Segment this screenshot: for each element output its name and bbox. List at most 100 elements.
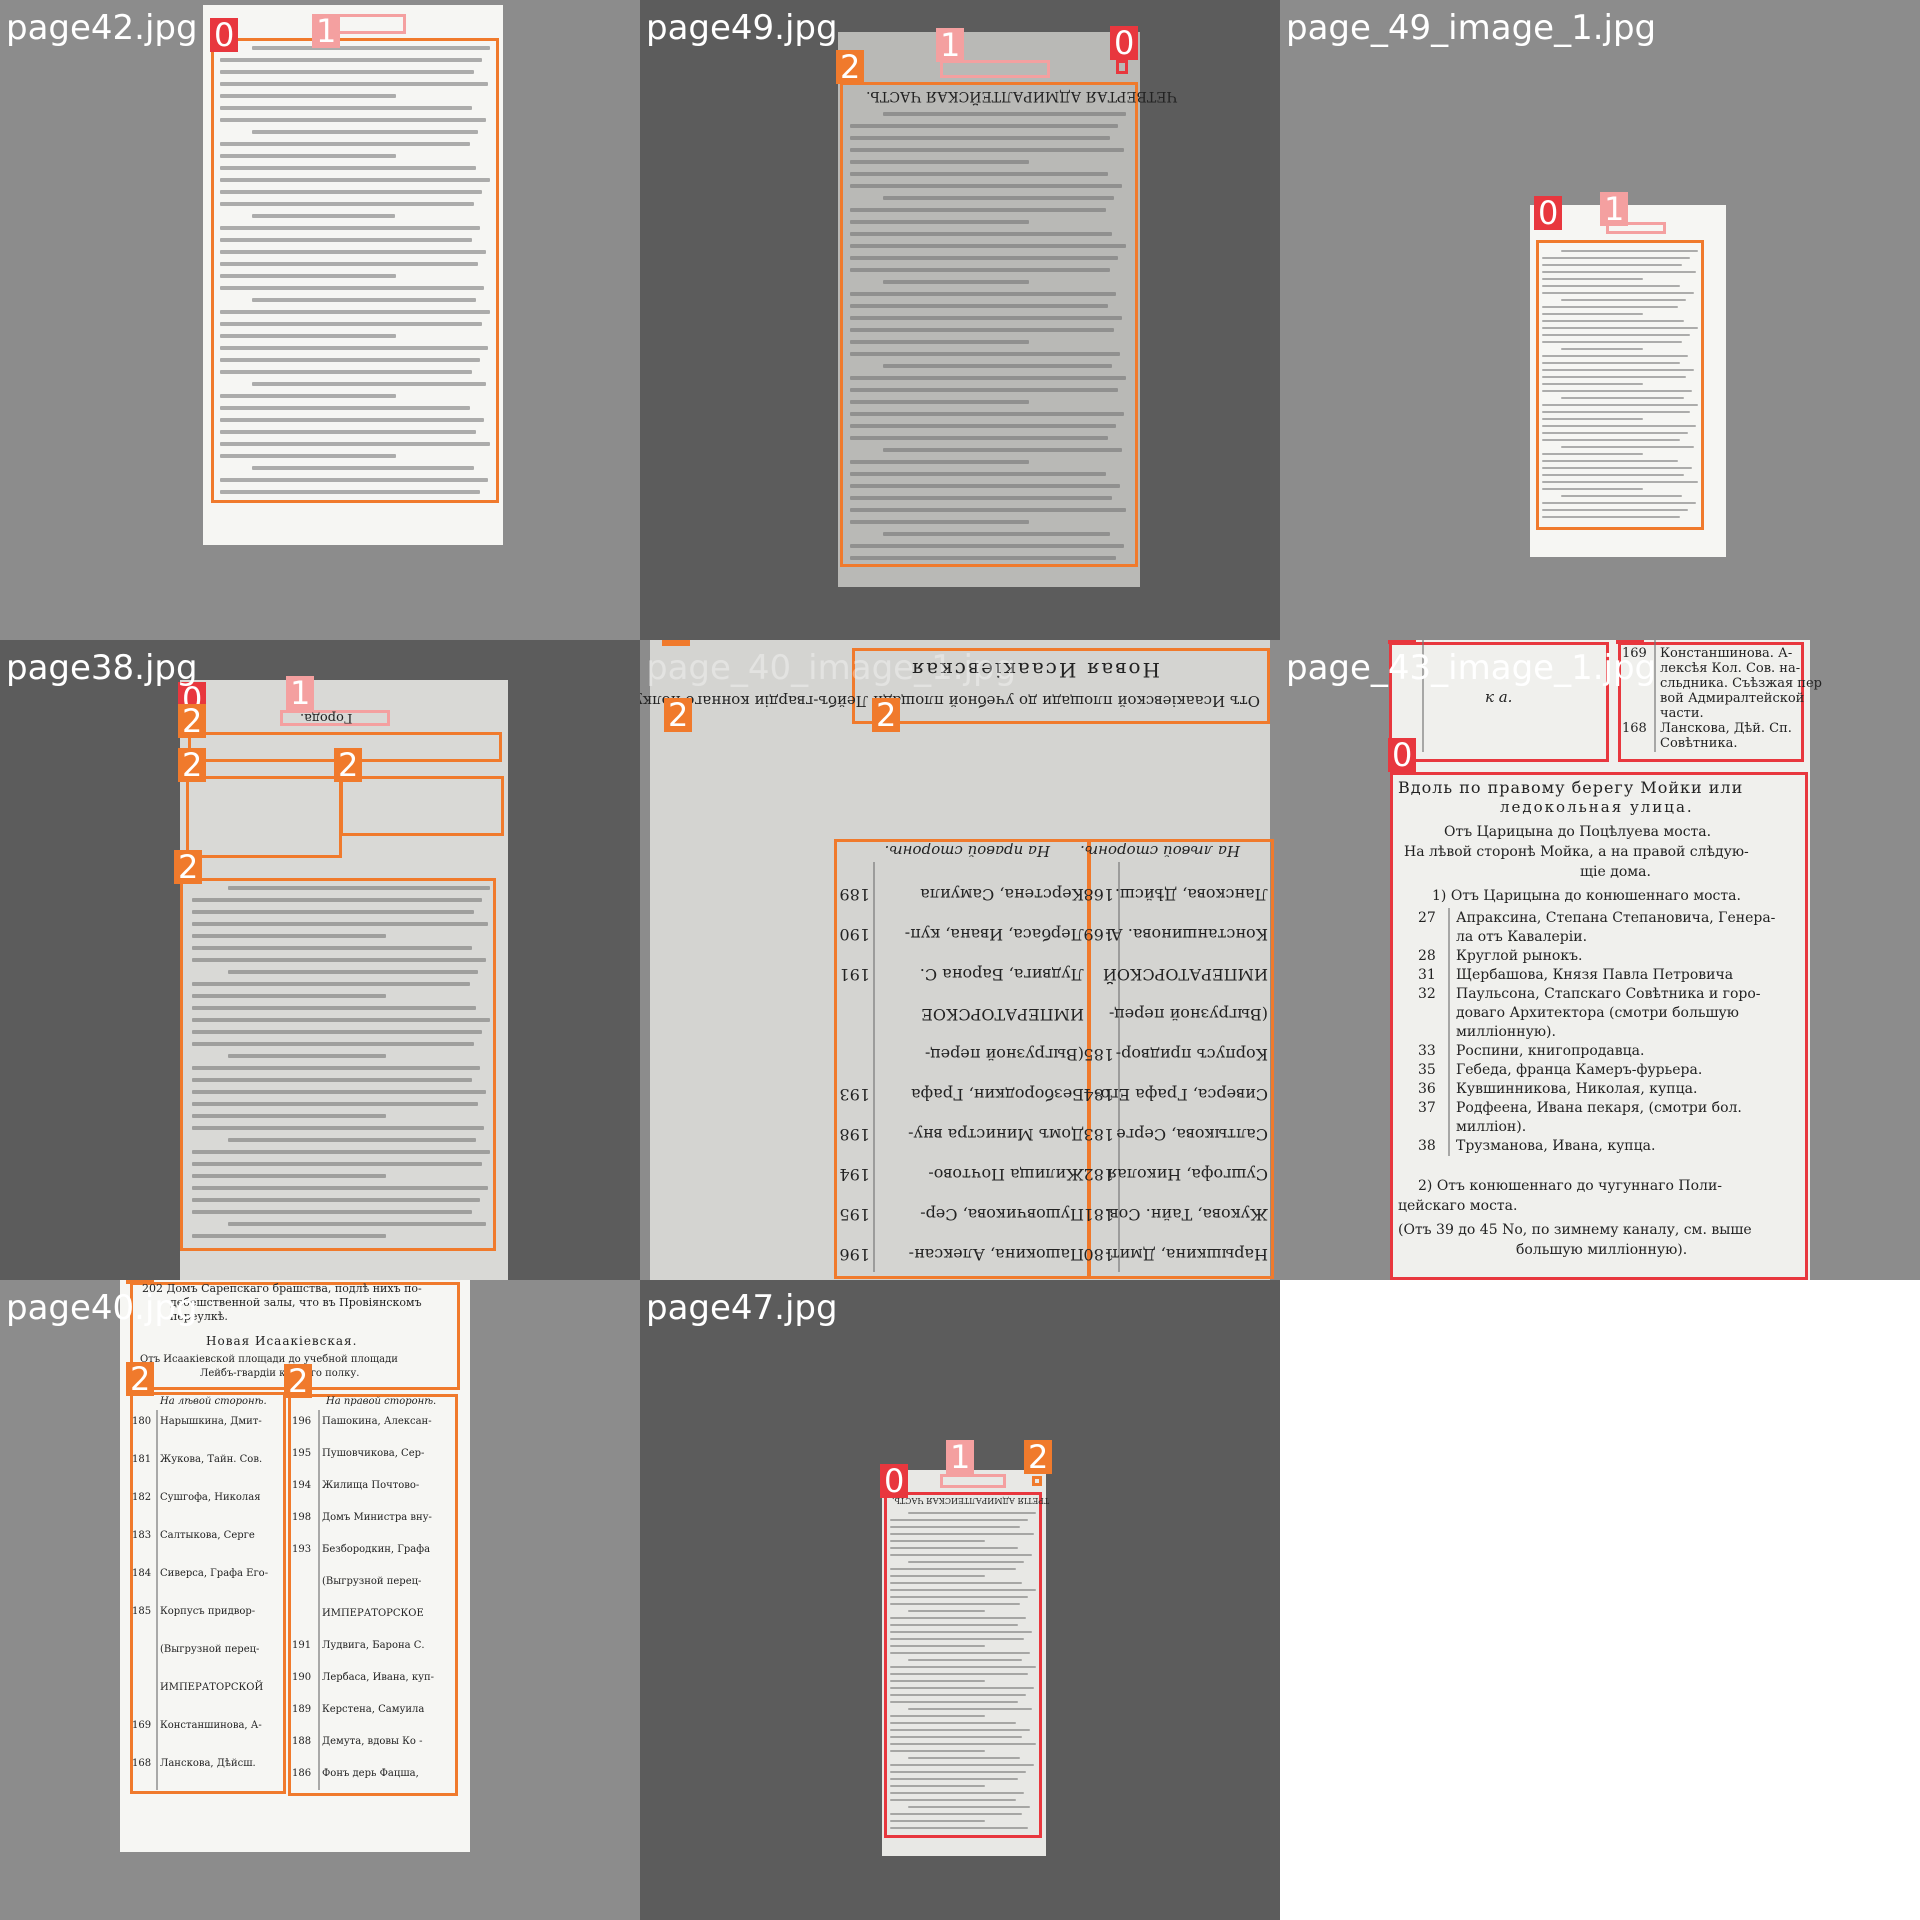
text-line bbox=[1542, 313, 1644, 315]
row-text: Пушовчикова, Сер- bbox=[920, 1205, 1084, 1224]
text-line bbox=[192, 1174, 386, 1178]
class-tag-2: 2 bbox=[174, 850, 203, 884]
row-text: Пашокина, Алексан- bbox=[908, 1245, 1084, 1264]
tile-filename: page38.jpg bbox=[6, 648, 198, 688]
row-text: (Выгрузной перец- bbox=[924, 1045, 1084, 1064]
row-text: Сушгофа, Николая bbox=[1107, 1165, 1268, 1184]
row-number: 33 bbox=[1418, 1043, 1436, 1059]
text-line bbox=[227, 886, 490, 890]
detection-box bbox=[340, 776, 504, 836]
column-rule bbox=[1448, 908, 1450, 1156]
class-tag-1: 1 bbox=[286, 676, 315, 710]
row-text: Апраксина, Степана Степановича, Генера- bbox=[1456, 910, 1776, 926]
text-line bbox=[883, 364, 1112, 368]
row-text: Совѣтника. bbox=[1660, 736, 1738, 751]
text-line bbox=[850, 232, 1112, 236]
class-tag-1: 1 bbox=[936, 28, 965, 62]
text-line bbox=[850, 376, 1126, 380]
row-number: 31 bbox=[1418, 967, 1436, 983]
tile-filename: page47.jpg bbox=[646, 1288, 838, 1328]
row-number: 169 bbox=[132, 1720, 152, 1731]
text-line bbox=[850, 268, 1110, 272]
row-text: Ланскова, Дѣйсш. bbox=[160, 1758, 256, 1769]
row-number: 189 bbox=[839, 885, 870, 904]
mosaic-tile-page38: page38.jpg 0 1 2 2 2 2 Города. bbox=[0, 640, 640, 1280]
row-text: Щербашова, Князя Павла Петровича bbox=[1456, 967, 1734, 983]
row-text: части. bbox=[1660, 706, 1704, 721]
text-line bbox=[220, 406, 470, 410]
text-line bbox=[252, 466, 474, 470]
text-line bbox=[907, 1708, 1032, 1710]
row-number: 185 bbox=[132, 1606, 152, 1617]
row-number: 196 bbox=[839, 1245, 870, 1264]
mosaic-empty-cell bbox=[1280, 1280, 1920, 1920]
row-text: Сиверса, Графа Его- bbox=[1095, 1085, 1268, 1104]
text-line bbox=[192, 1210, 472, 1214]
text-line bbox=[890, 1540, 985, 1542]
text-line bbox=[220, 226, 480, 230]
text-line bbox=[850, 400, 1030, 404]
text-line bbox=[850, 244, 1126, 248]
text-line bbox=[1542, 516, 1680, 518]
page-header: ТРЕТІЯ АДМИРАЛТЕЙСКАЯ ЧАСТЬ. bbox=[892, 1496, 1050, 1505]
row-number: 37 bbox=[1418, 1100, 1436, 1116]
text-line bbox=[220, 274, 396, 278]
text-line bbox=[1542, 425, 1696, 427]
text-line bbox=[1560, 495, 1682, 497]
row-text: Гебеда, франца Камеръ-фурьера. bbox=[1456, 1062, 1703, 1078]
class-tag-1: 1 bbox=[312, 14, 341, 48]
row-number: 195 bbox=[839, 1205, 870, 1224]
text-line bbox=[220, 154, 396, 158]
text-line bbox=[1560, 397, 1684, 399]
column-rule bbox=[873, 862, 875, 1272]
row-text: Корпусъ придвор- bbox=[1115, 1045, 1268, 1064]
class-tag-2: 2 bbox=[662, 640, 691, 646]
text-line bbox=[220, 142, 470, 146]
row-text: сльдника. Съѣзжая пер bbox=[1660, 676, 1822, 691]
text-line bbox=[252, 298, 476, 302]
text-line bbox=[1542, 257, 1690, 259]
row-text: ИМПЕРАТОРСКОЕ bbox=[921, 1005, 1084, 1024]
text-line bbox=[890, 1666, 1036, 1668]
text-line bbox=[850, 352, 1120, 356]
text-line bbox=[220, 178, 490, 182]
row-text: Пушовчикова, Сер- bbox=[322, 1448, 425, 1459]
text-line bbox=[890, 1792, 1024, 1794]
text-line bbox=[850, 208, 1106, 212]
detection-box bbox=[186, 776, 342, 858]
text-line bbox=[890, 1575, 985, 1577]
row-text: ла отъ Кавалеріи. bbox=[1456, 929, 1588, 945]
class-tag-2: 2 bbox=[284, 1364, 313, 1398]
text-line bbox=[1560, 446, 1694, 448]
page-header: ЧЕТВЕРТАЯ АДМИРАЛТЕЙСКАЯ ЧАСТЬ. bbox=[866, 88, 1178, 104]
mosaic-tile-page42: page42.jpg 0 1 bbox=[0, 0, 640, 640]
text-line bbox=[1542, 404, 1698, 406]
class-tag-2: 2 bbox=[178, 748, 207, 782]
section-heading-2: ледокольная улица. bbox=[1500, 798, 1694, 816]
class-tag-0: 0 bbox=[1534, 196, 1563, 230]
text-line bbox=[890, 1785, 985, 1787]
street-subtitle: Отъ Исаакіевской площади до учебной площ… bbox=[140, 1354, 398, 1365]
text-line bbox=[1542, 453, 1644, 455]
text-line bbox=[1542, 432, 1688, 434]
text-line bbox=[192, 1198, 480, 1202]
text-line bbox=[890, 1645, 985, 1647]
row-number: 183 bbox=[132, 1530, 152, 1541]
row-text: Ланскова, Дѣй. Сп. bbox=[1660, 721, 1792, 736]
text-line bbox=[220, 478, 488, 482]
row-number: 27 bbox=[1418, 910, 1436, 926]
text-line bbox=[907, 1561, 1024, 1563]
row-number: 168 bbox=[132, 1758, 152, 1769]
text-line bbox=[1542, 292, 1694, 294]
row-text: Ланскова, Дѣйсш. bbox=[1114, 885, 1268, 904]
text-line bbox=[220, 394, 396, 398]
text-line bbox=[220, 490, 480, 494]
subsection-line: (Отъ 39 до 45 No, по зимнему каналу, см.… bbox=[1398, 1222, 1752, 1238]
text-line bbox=[220, 430, 476, 434]
text-line bbox=[1542, 383, 1644, 385]
detection-box bbox=[940, 1474, 1006, 1488]
row-text: Жилища Почтово- bbox=[322, 1480, 420, 1491]
text-line bbox=[850, 136, 1110, 140]
row-text: Корпусъ придвор- bbox=[160, 1606, 256, 1617]
row-text: Керстена, Самуила bbox=[920, 885, 1084, 904]
